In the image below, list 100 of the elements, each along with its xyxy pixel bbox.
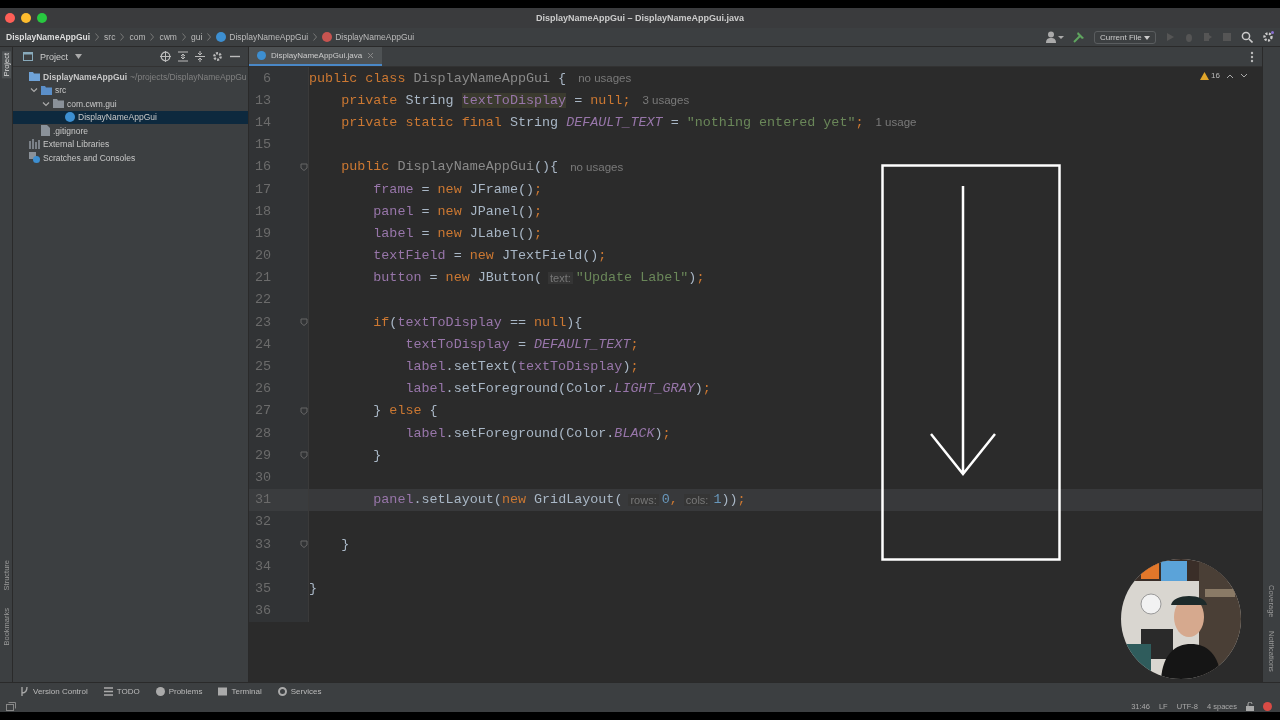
code-field: panel xyxy=(309,492,414,508)
code-text: JTextField() xyxy=(501,248,599,264)
tree-item[interactable]: Scratches and Consoles xyxy=(13,151,248,165)
chevron-down-icon[interactable] xyxy=(29,86,38,95)
close-icon[interactable] xyxy=(367,52,375,59)
lock-icon[interactable] xyxy=(1246,701,1254,711)
code-keyword: public xyxy=(340,159,391,175)
tool-window-button[interactable]: Problems xyxy=(155,687,203,696)
code-text: = xyxy=(428,270,439,286)
previous-icon[interactable] xyxy=(1226,72,1234,79)
breadcrumb[interactable]: cwm xyxy=(159,32,177,42)
tree-item[interactable]: com.cwm.gui xyxy=(13,97,248,111)
breadcrumb[interactable]: com xyxy=(129,32,146,42)
tree-label: Scratches and Consoles xyxy=(43,152,136,163)
code-keyword: else xyxy=(389,403,423,419)
tool-window-button[interactable]: Terminal xyxy=(218,687,262,696)
code-keyword: ; xyxy=(696,270,705,286)
tree-item[interactable]: DisplayNameAppGui ~/projects/DisplayNameAppGu xyxy=(13,70,248,84)
expand-all-icon[interactable] xyxy=(178,51,188,62)
caret-icon[interactable] xyxy=(75,54,82,59)
tree-item[interactable]: .gitignore xyxy=(13,124,248,138)
library-icon xyxy=(29,139,40,150)
chevron-down-icon[interactable] xyxy=(41,99,50,108)
panel-icon xyxy=(23,52,33,61)
tool-window-button[interactable]: Version Control xyxy=(20,687,88,696)
code-keyword: ; xyxy=(855,114,864,130)
more-icon[interactable] xyxy=(1250,50,1254,63)
line-number: 35 xyxy=(253,580,271,596)
code-text: = xyxy=(573,92,584,108)
code-keyword: ; xyxy=(534,203,543,219)
search-icon[interactable] xyxy=(1241,31,1253,43)
user-icon[interactable] xyxy=(1046,31,1064,43)
line-number: 33 xyxy=(253,536,271,552)
hammer-icon[interactable] xyxy=(1073,31,1085,43)
scratches-icon xyxy=(29,152,40,164)
fold-marker-icon[interactable] xyxy=(300,406,308,415)
breadcrumb[interactable]: DisplayNameAppGui xyxy=(216,32,309,42)
tool-window-button[interactable]: TODO xyxy=(103,687,140,696)
code-text: JPanel() xyxy=(469,203,535,219)
code-number: 0 xyxy=(661,492,670,508)
error-icon[interactable] xyxy=(1263,701,1272,711)
zoom-window-button[interactable] xyxy=(37,13,47,23)
fold-marker-icon[interactable] xyxy=(300,162,308,171)
class-icon xyxy=(257,51,266,60)
breadcrumb[interactable]: gui xyxy=(190,32,203,42)
code-text: = xyxy=(452,248,463,264)
layout-icon[interactable] xyxy=(6,701,16,711)
run-configuration-dropdown[interactable]: Current File xyxy=(1094,30,1156,44)
breadcrumb[interactable]: DisplayNameAppGui xyxy=(322,32,415,42)
tree-label: DisplayNameAppGui xyxy=(78,112,157,123)
tool-window-button[interactable]: Services xyxy=(277,687,322,696)
line-number: 18 xyxy=(253,203,271,219)
code-keyword: null xyxy=(534,314,567,330)
minimize-window-button[interactable] xyxy=(21,13,31,23)
collapse-all-icon[interactable] xyxy=(195,51,205,62)
settings-icon[interactable] xyxy=(212,51,223,62)
line-number: 14 xyxy=(253,114,271,130)
code-field: textToDisplay xyxy=(309,336,510,352)
code-keyword: if xyxy=(372,314,390,330)
close-window-button[interactable] xyxy=(5,13,15,23)
editor-tab[interactable]: DisplayNameAppGui.java xyxy=(249,47,383,66)
fold-marker-icon[interactable] xyxy=(300,451,308,460)
breadcrumb[interactable]: DisplayNameAppGui xyxy=(6,32,91,42)
tree-item[interactable]: DisplayNameAppGui xyxy=(13,110,248,124)
parameter-hint: cols: xyxy=(683,493,711,506)
panel-title[interactable]: Project xyxy=(40,51,68,62)
line-number: 17 xyxy=(253,181,271,197)
code-text: JFrame() xyxy=(469,181,535,197)
tree-item[interactable]: External Libraries xyxy=(13,137,248,151)
line-number: 22 xyxy=(253,292,271,308)
code-keyword: ; xyxy=(662,425,671,441)
tree-item[interactable]: src xyxy=(13,83,248,97)
folder-icon xyxy=(29,72,40,82)
chevron-right-icon xyxy=(207,33,212,41)
code-text: String xyxy=(509,114,560,130)
crosshair-icon[interactable] xyxy=(160,51,171,62)
line-number: 34 xyxy=(253,558,271,574)
code-text: { xyxy=(429,403,438,419)
code-field: frame xyxy=(309,181,414,197)
line-number: 27 xyxy=(253,403,271,419)
fold-marker-icon[interactable] xyxy=(300,540,308,549)
problems-icon xyxy=(155,687,165,696)
line-number: 25 xyxy=(253,359,271,375)
code-keyword: private static final xyxy=(340,114,503,130)
next-icon[interactable] xyxy=(1240,72,1248,79)
code-text: == xyxy=(508,314,527,330)
settings-icon[interactable] xyxy=(1262,31,1274,43)
code-identifier: DisplayNameAppGui xyxy=(413,70,551,86)
window-title: DisplayNameAppGui – DisplayNameAppGui.java xyxy=(535,13,745,23)
code-keyword: new xyxy=(437,203,463,219)
code-text: = xyxy=(420,225,431,241)
code-keyword: ; xyxy=(630,336,639,352)
code-text: } xyxy=(309,580,318,596)
code-text: = xyxy=(516,336,527,352)
code-keyword: ; xyxy=(630,359,639,375)
fold-marker-icon[interactable] xyxy=(300,318,308,327)
parameter-hint: rows: xyxy=(628,493,659,506)
breadcrumb[interactable]: src xyxy=(104,32,116,42)
file-icon xyxy=(41,125,50,137)
code-text: .setForeground(Color. xyxy=(445,381,615,397)
